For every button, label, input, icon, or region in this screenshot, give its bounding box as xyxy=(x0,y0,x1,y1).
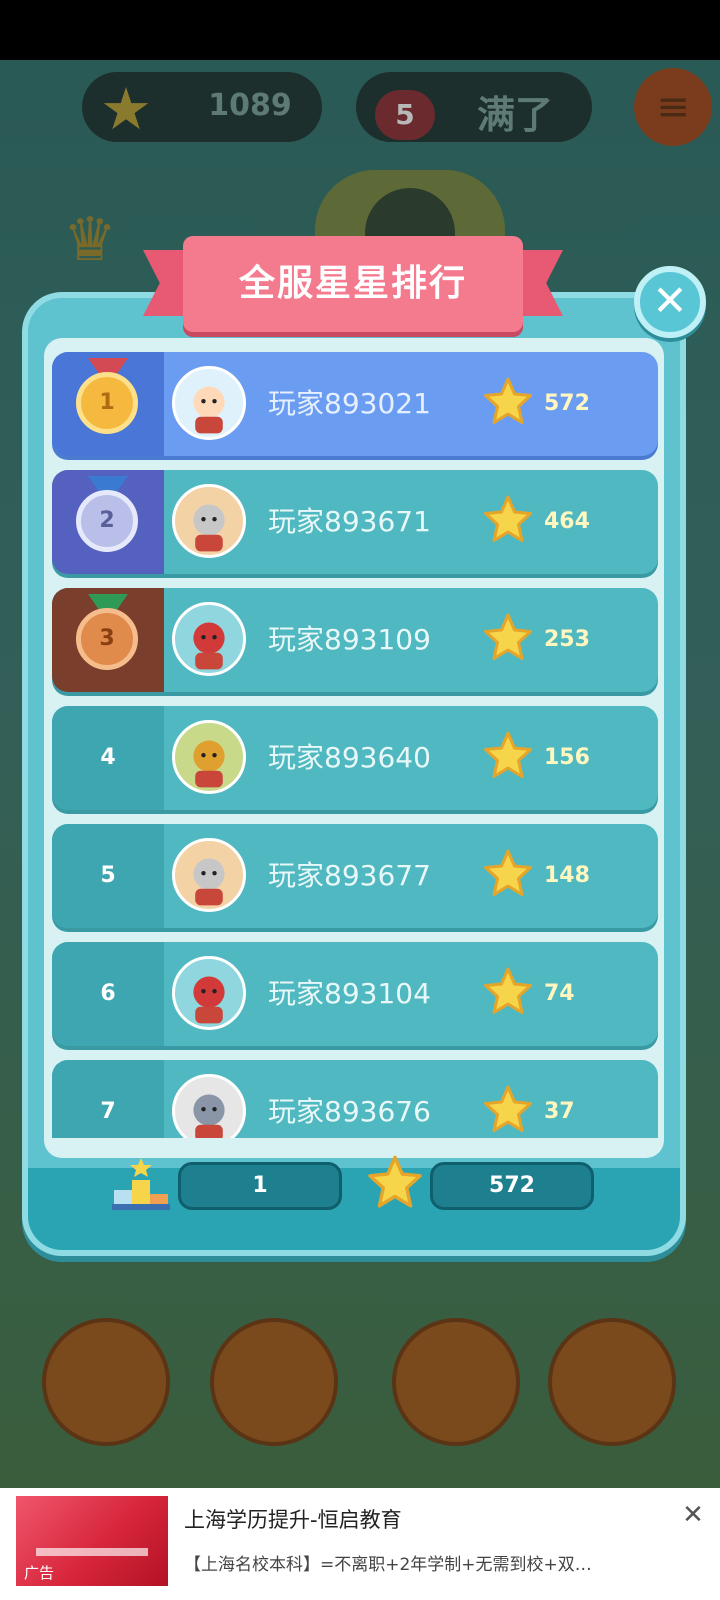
player-avatar xyxy=(172,838,246,912)
ad-close-icon[interactable]: ✕ xyxy=(676,1498,710,1532)
player-avatar xyxy=(172,484,246,558)
player-stars: 572 xyxy=(544,391,590,416)
leaderboard-row[interactable]: 5 玩家893677 148 xyxy=(52,824,658,928)
player-avatar xyxy=(172,602,246,676)
gold-medal-icon: 1 xyxy=(76,372,138,434)
star-icon xyxy=(482,966,534,1018)
modal-title: 全服星星排行 xyxy=(238,263,467,304)
leaderboard-list[interactable]: 1 玩家893021 572 2 玩家893671 464 3 玩家893109 253 4 玩家8… xyxy=(52,352,658,1138)
player-avatar xyxy=(172,366,246,440)
podium-icon xyxy=(112,1158,170,1210)
bottom-button-3[interactable] xyxy=(392,1318,520,1446)
star-icon xyxy=(482,494,534,546)
leaderboard-row[interactable]: 6 玩家893104 74 xyxy=(52,942,658,1046)
leaderboard-row[interactable]: 2 玩家893671 464 xyxy=(52,470,658,574)
bottom-button-1[interactable] xyxy=(42,1318,170,1446)
leaderboard-row[interactable]: 1 玩家893021 572 xyxy=(52,352,658,456)
player-stars: 156 xyxy=(544,745,590,770)
player-stars: 464 xyxy=(544,509,590,534)
my-rank-value: 1 xyxy=(178,1162,342,1210)
ad-banner[interactable]: 广告 上海学历提升-恒启教育 【上海名校本科】=不离职+2年学制+无需到校+双…… xyxy=(0,1488,720,1600)
player-avatar xyxy=(172,956,246,1030)
player-stars: 253 xyxy=(544,627,590,652)
star-icon xyxy=(482,730,534,782)
lives-count: 5 xyxy=(375,90,435,140)
player-name: 玩家893109 xyxy=(268,623,431,656)
close-icon[interactable]: ✕ xyxy=(634,266,706,338)
player-name: 玩家893104 xyxy=(268,977,431,1010)
status-bar xyxy=(0,0,720,60)
player-name: 玩家893677 xyxy=(268,859,431,892)
star-icon xyxy=(482,848,534,900)
player-name: 玩家893671 xyxy=(268,505,431,538)
rank-number: 4 xyxy=(100,745,116,770)
player-avatar xyxy=(172,1074,246,1138)
star-icon xyxy=(482,1084,534,1136)
bronze-medal-icon: 3 xyxy=(76,608,138,670)
bottom-button-4[interactable] xyxy=(548,1318,676,1446)
bottom-button-2[interactable] xyxy=(210,1318,338,1446)
lives-status: 满了 xyxy=(476,93,553,137)
ad-title[interactable]: 上海学历提升-恒启教育 xyxy=(184,1504,402,1534)
leaderboard-row[interactable]: 4 玩家893640 156 xyxy=(52,706,658,810)
silver-medal-icon: 2 xyxy=(76,490,138,552)
ad-thumbnail[interactable]: 广告 xyxy=(16,1496,168,1586)
rank-number: 6 xyxy=(100,981,116,1006)
player-stars: 37 xyxy=(544,1099,575,1124)
leaderboard-row[interactable]: 7 玩家893676 37 xyxy=(52,1060,658,1138)
leaderboard-row[interactable]: 3 玩家893109 253 xyxy=(52,588,658,692)
star-icon xyxy=(482,376,534,428)
star-total: 1089 xyxy=(208,88,292,123)
ad-description[interactable]: 【上海名校本科】=不离职+2年学制+无需到校+双… xyxy=(184,1550,660,1575)
player-stars: 148 xyxy=(544,863,590,888)
star-icon xyxy=(482,612,534,664)
my-stars-value: 572 xyxy=(430,1162,594,1210)
rank-number: 7 xyxy=(100,1099,116,1124)
player-name: 玩家893640 xyxy=(268,741,431,774)
player-stars: 74 xyxy=(544,981,575,1006)
title-ribbon: 全服星星排行 xyxy=(143,236,563,336)
crown-icon[interactable]: ♛ xyxy=(45,195,135,285)
ad-label: 广告 xyxy=(24,1564,55,1582)
star-icon xyxy=(368,1155,422,1208)
menu-button[interactable]: ≡ xyxy=(634,68,712,146)
player-name: 玩家893021 xyxy=(268,387,431,420)
star-icon: ★ xyxy=(100,75,152,143)
rank-number: 5 xyxy=(100,863,116,888)
player-name: 玩家893676 xyxy=(268,1095,431,1128)
player-avatar xyxy=(172,720,246,794)
